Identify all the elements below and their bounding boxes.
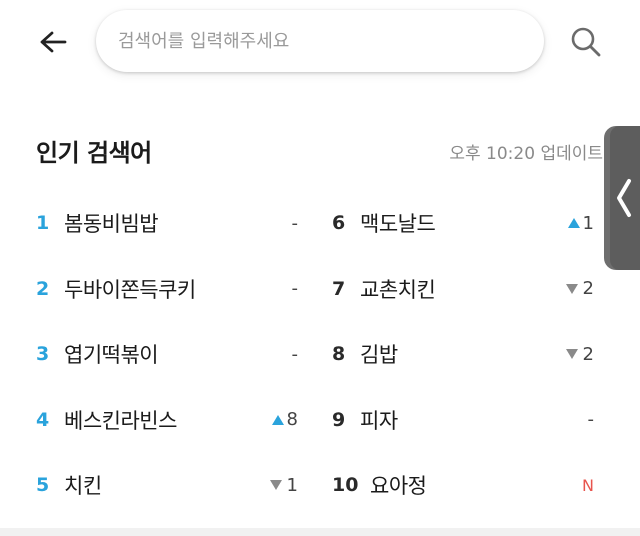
rank-change: 2 (565, 334, 594, 374)
rank-down-icon (269, 480, 282, 490)
rank-change: 8 (271, 400, 298, 440)
rank-up-icon (567, 218, 580, 228)
rank-change-value: - (291, 343, 299, 365)
rank-keyword: 김밥 (360, 343, 398, 367)
rank-change: 1 (269, 465, 298, 505)
new-badge: N (582, 475, 594, 495)
ranking-item[interactable]: 7 교촌치킨 2 (332, 269, 594, 309)
rank-keyword: 맥도날드 (360, 212, 436, 236)
rank-down-icon (565, 283, 578, 294)
rank-up-icon (271, 414, 284, 425)
search-page: 인기 검색어 오후 10:20 업데이트 1 봄동비빔밥 - 2 두바이쫀득쿠키 - 3 엽기… (0, 0, 640, 536)
rank-keyword: 요아정 (370, 474, 427, 498)
rank-keyword: 두바이쫀득쿠키 (64, 277, 196, 302)
rank-change-value: - (587, 409, 595, 430)
rank-change-value: - (291, 278, 299, 299)
back-button[interactable] (30, 22, 76, 62)
ranking-item[interactable]: 10 요아정 N (332, 465, 594, 505)
rank-keyword: 교촌치킨 (360, 277, 436, 302)
bottom-divider (0, 528, 640, 536)
rank-change: - (588, 400, 595, 440)
search-icon (571, 27, 601, 57)
chevron-left-icon (617, 179, 631, 217)
rank-change-value: - (291, 212, 299, 234)
update-time: 오후 10:20 업데이트 (449, 144, 603, 164)
rank-keyword: 피자 (360, 408, 398, 433)
section-title: 인기 검색어 (36, 139, 152, 167)
rank-change-value: 1 (582, 212, 594, 234)
rank-keyword: 엽기떡볶이 (64, 343, 159, 367)
rank-change: 2 (565, 269, 594, 309)
rank-change: - (292, 334, 299, 374)
rank-number: 3 (36, 343, 50, 365)
rank-number: 4 (36, 408, 50, 431)
rank-keyword: 봄동비빔밥 (64, 212, 159, 236)
rank-change: - (292, 269, 299, 309)
rank-number: 10 (332, 474, 359, 496)
rank-keyword: 치킨 (64, 474, 102, 498)
rank-down-icon (565, 349, 578, 359)
rank-change-value: 8 (286, 409, 298, 430)
ranking-item[interactable]: 8 김밥 2 (332, 334, 594, 374)
arrow-left-icon (40, 31, 67, 53)
rank-change-value: 2 (582, 343, 594, 365)
rank-keyword: 베스킨라빈스 (64, 408, 177, 433)
ranking-item[interactable]: 5 치킨 1 (36, 465, 298, 505)
ranking-item[interactable]: 2 두바이쫀득쿠키 - (36, 269, 298, 309)
rank-change-value: 2 (582, 278, 594, 299)
rank-number: 2 (36, 277, 50, 300)
edge-panel-handle[interactable] (604, 126, 640, 270)
ranking-item[interactable]: 4 베스킨라빈스 8 (36, 400, 298, 440)
rank-change: - (292, 203, 299, 243)
search-button[interactable] (564, 20, 608, 64)
ranking-item[interactable]: 3 엽기떡볶이 - (36, 334, 298, 374)
rank-change: 1 (567, 203, 594, 243)
rank-number: 6 (332, 212, 346, 234)
ranking-item[interactable]: 9 피자 - (332, 400, 594, 440)
search-bar[interactable] (96, 10, 544, 72)
search-input[interactable] (118, 30, 544, 52)
rank-number: 5 (36, 474, 50, 496)
ranking-item[interactable]: 6 맥도날드 1 (332, 203, 594, 243)
rank-number: 7 (332, 277, 346, 300)
rank-change-value: 1 (286, 474, 298, 496)
rank-number: 1 (36, 212, 50, 234)
rank-change: N (582, 465, 594, 505)
rank-number: 9 (332, 408, 346, 431)
ranking-item[interactable]: 1 봄동비빔밥 - (36, 203, 298, 243)
rank-number: 8 (332, 343, 346, 365)
